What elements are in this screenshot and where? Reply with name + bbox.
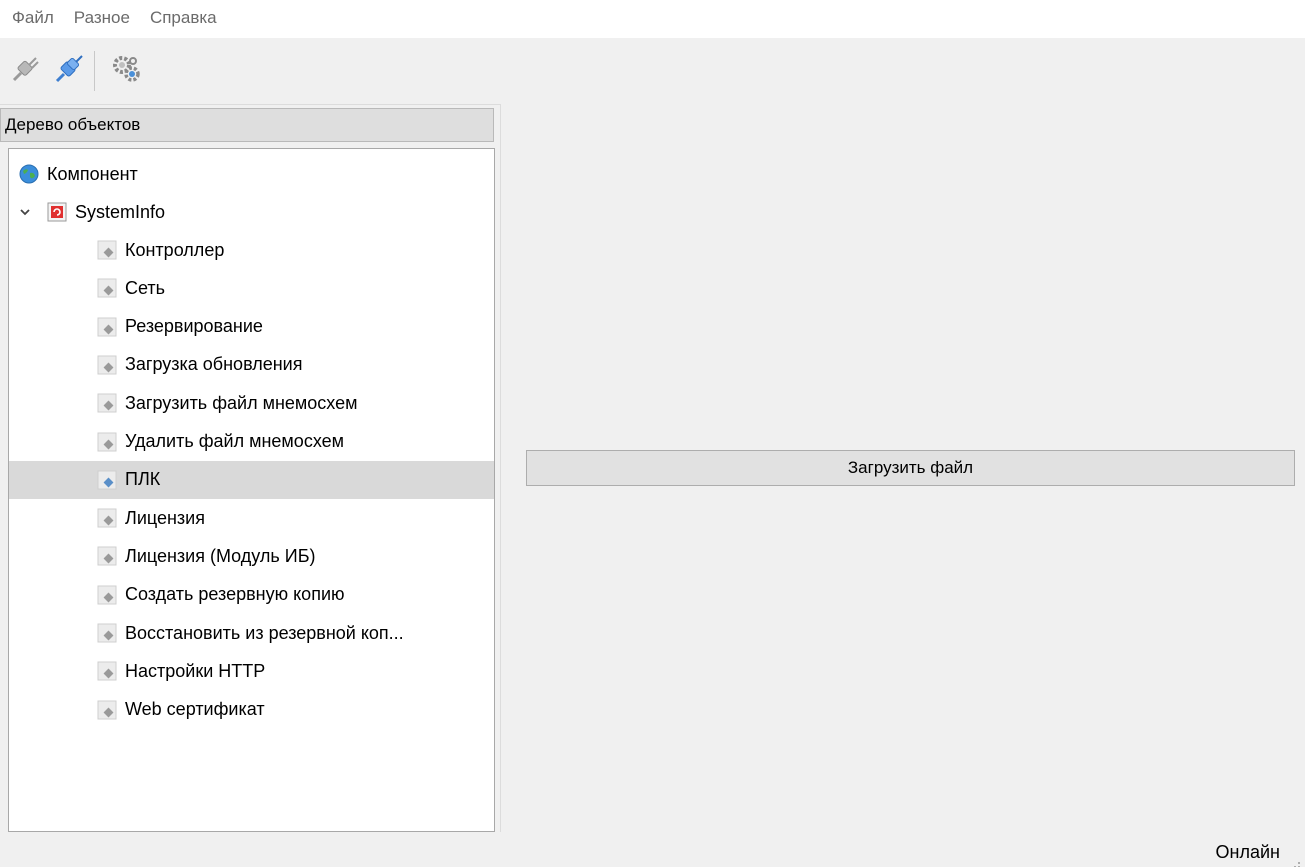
tree-item[interactable]: Сеть <box>9 269 494 307</box>
disconnect-plug-icon <box>10 54 40 89</box>
tree-item-label: Web сертификат <box>125 699 265 720</box>
tree-item-label: Загрузить файл мнемосхем <box>125 392 358 413</box>
menu-file[interactable]: Файл <box>0 0 64 38</box>
property-item-icon <box>97 355 117 375</box>
globe-icon <box>19 164 39 184</box>
tree-item-label: Восстановить из резервной коп... <box>125 622 404 643</box>
property-item-icon <box>97 546 117 566</box>
tree-item[interactable]: Настройки HTTP <box>9 652 494 690</box>
menu-bar: Файл Разное Справка <box>0 0 1305 38</box>
tree-item[interactable]: Удалить файл мнемосхем <box>9 423 494 461</box>
tree-item-label: Сеть <box>125 277 166 298</box>
property-item-icon <box>97 585 117 605</box>
connection-status: Онлайн <box>1215 842 1280 862</box>
chevron-down-icon[interactable] <box>17 204 33 220</box>
menu-help[interactable]: Справка <box>140 0 227 38</box>
tree-item-label: Удалить файл мнемосхем <box>125 431 344 451</box>
tree-item-label: Контроллер <box>125 239 225 260</box>
property-item-icon <box>97 432 117 452</box>
tree-item-label: Лицензия (Модуль ИБ) <box>125 545 316 566</box>
tree-item-label: Лицензия <box>125 507 205 528</box>
tree-item[interactable]: Создать резервную копию <box>9 576 494 614</box>
connect-plug-icon <box>54 54 84 89</box>
property-item-icon <box>97 470 117 490</box>
app-window: Файл Разное Справка Дерево объектов Комп… <box>0 0 1305 867</box>
property-item-icon <box>97 661 117 681</box>
tree-item-label: ПЛК <box>125 469 161 490</box>
tree-item-label: Создать резервную копию <box>125 584 345 605</box>
object-tree[interactable]: Компонент SystemInfo Контроллер Сеть Резер… <box>8 148 495 832</box>
settings-button[interactable] <box>107 52 145 90</box>
tree-item[interactable]: Загрузить файл мнемосхем <box>9 384 494 422</box>
status-bar: Онлайн <box>0 838 1305 867</box>
systeminfo-icon <box>47 202 67 222</box>
resize-grip-icon[interactable] <box>1291 854 1301 867</box>
tree-item[interactable]: Web сертификат <box>9 691 494 729</box>
tree-item-component[interactable]: Компонент <box>9 155 494 193</box>
tree-item-label: Загрузка обновления <box>125 354 303 375</box>
settings-gears-icon <box>110 53 142 90</box>
tree-item[interactable]: Резервирование <box>9 308 494 346</box>
tree-item[interactable]: ПЛК <box>9 460 494 499</box>
tree-item[interactable]: Лицензия <box>9 499 494 537</box>
property-item-icon <box>97 278 117 298</box>
tree-item[interactable]: Контроллер <box>9 231 494 269</box>
tree-item-label: Компонент <box>47 163 138 184</box>
menu-misc[interactable]: Разное <box>64 0 140 38</box>
tree-item-label: SystemInfo <box>75 201 166 222</box>
property-item-icon <box>97 700 117 720</box>
tree-item-label: Резервирование <box>125 316 263 337</box>
property-item-icon <box>97 317 117 337</box>
load-file-button[interactable]: Загрузить файл <box>526 450 1295 486</box>
tree-item[interactable]: Лицензия (Модуль ИБ) <box>9 537 494 575</box>
object-tree-header: Дерево объектов <box>0 108 494 142</box>
tree-item-systeminfo[interactable]: SystemInfo <box>9 193 494 231</box>
connect-button[interactable] <box>50 52 88 90</box>
property-item-icon <box>97 393 117 413</box>
content-pane: Загрузить файл <box>500 104 1305 832</box>
tree-item[interactable]: Загрузка обновления <box>9 346 494 384</box>
property-item-icon <box>97 240 117 260</box>
property-item-icon <box>97 508 117 528</box>
toolbar <box>0 38 1305 105</box>
disconnect-button[interactable] <box>6 52 44 90</box>
toolbar-separator <box>94 51 95 91</box>
tree-item-label: Настройки HTTP <box>125 660 266 681</box>
property-item-icon <box>97 623 117 643</box>
tree-item[interactable]: Восстановить из резервной коп... <box>9 614 494 652</box>
